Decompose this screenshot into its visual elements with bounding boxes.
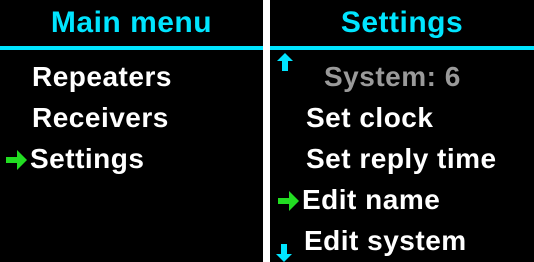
- menu-item-edit-system[interactable]: Edit system: [304, 224, 467, 258]
- menu-item-set-clock[interactable]: Set clock: [306, 101, 433, 135]
- menu-item-receivers[interactable]: Receivers: [32, 101, 169, 135]
- arrow-right-icon: [6, 150, 27, 170]
- arrow-down-icon: [276, 244, 292, 262]
- title-divider: [270, 46, 534, 50]
- menu-item-settings[interactable]: Settings: [30, 142, 144, 176]
- menu-item-edit-name[interactable]: Edit name: [302, 183, 440, 217]
- menu-item-set-reply-time[interactable]: Set reply time: [306, 142, 497, 176]
- main-menu-screen: Main menu Repeaters Receivers Settings: [0, 0, 263, 262]
- settings-menu-screen: Settings System: 6 Set clock Set reply t…: [270, 0, 534, 262]
- title-divider: [0, 46, 263, 50]
- main-menu-title: Main menu: [50, 6, 213, 39]
- system-number-label: System: 6: [324, 61, 461, 92]
- arrow-right-icon: [278, 191, 299, 211]
- arrow-up-icon: [277, 53, 293, 71]
- settings-menu-title: Settings: [340, 6, 464, 39]
- menu-item-repeaters[interactable]: Repeaters: [32, 60, 172, 94]
